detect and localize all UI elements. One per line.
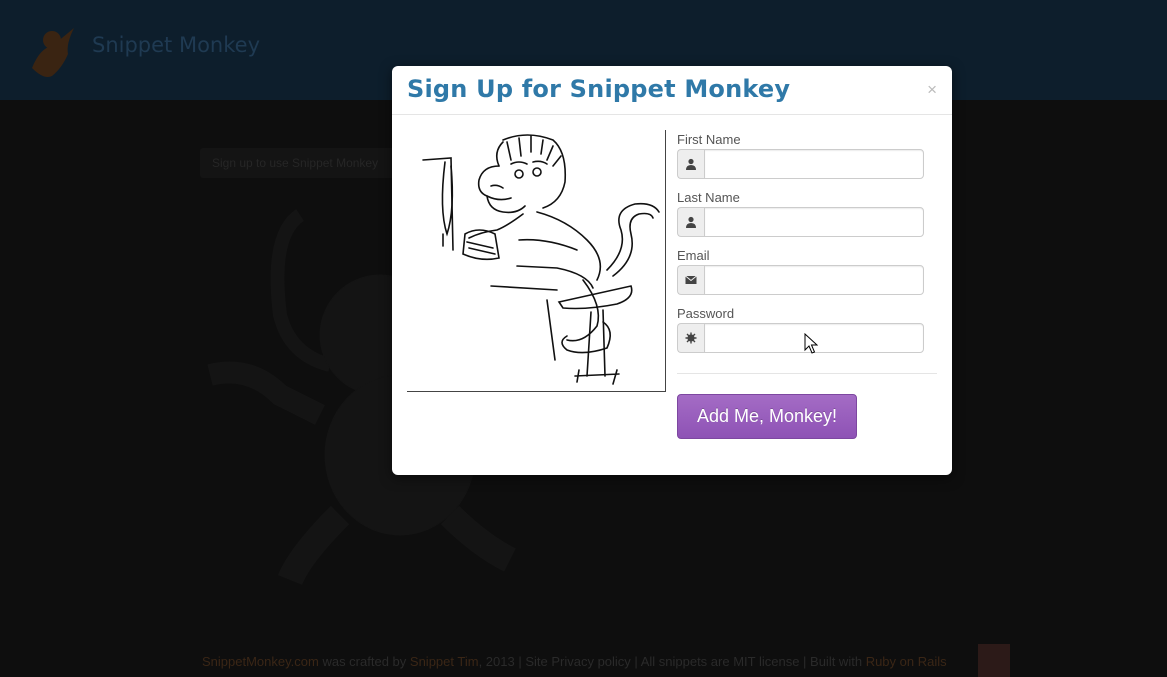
monkey-typing-illustration bbox=[407, 130, 666, 392]
email-field: Email bbox=[677, 248, 937, 295]
email-input[interactable] bbox=[704, 265, 924, 295]
asterisk-icon bbox=[677, 323, 704, 353]
first-name-input[interactable] bbox=[704, 149, 924, 179]
last-name-input[interactable] bbox=[704, 207, 924, 237]
close-button[interactable]: × bbox=[927, 81, 937, 98]
password-input-group bbox=[677, 323, 924, 353]
form-divider bbox=[677, 373, 937, 374]
first-name-label: First Name bbox=[677, 132, 741, 147]
email-label: Email bbox=[677, 248, 710, 263]
mouse-cursor-icon bbox=[804, 333, 818, 354]
password-label: Password bbox=[677, 306, 735, 321]
signup-modal: Sign Up for Snippet Monkey × First Name … bbox=[392, 66, 952, 475]
user-icon bbox=[677, 207, 704, 237]
first-name-field: First Name bbox=[677, 132, 937, 179]
first-name-input-group bbox=[677, 149, 924, 179]
last-name-field: Last Name bbox=[677, 190, 937, 237]
modal-header: Sign Up for Snippet Monkey × bbox=[392, 66, 952, 115]
last-name-label: Last Name bbox=[677, 190, 740, 205]
last-name-input-group bbox=[677, 207, 924, 237]
user-icon bbox=[677, 149, 704, 179]
add-me-submit-button[interactable]: Add Me, Monkey! bbox=[677, 394, 857, 439]
envelope-icon bbox=[677, 265, 704, 295]
email-input-group bbox=[677, 265, 924, 295]
modal-title: Sign Up for Snippet Monkey bbox=[407, 75, 791, 103]
